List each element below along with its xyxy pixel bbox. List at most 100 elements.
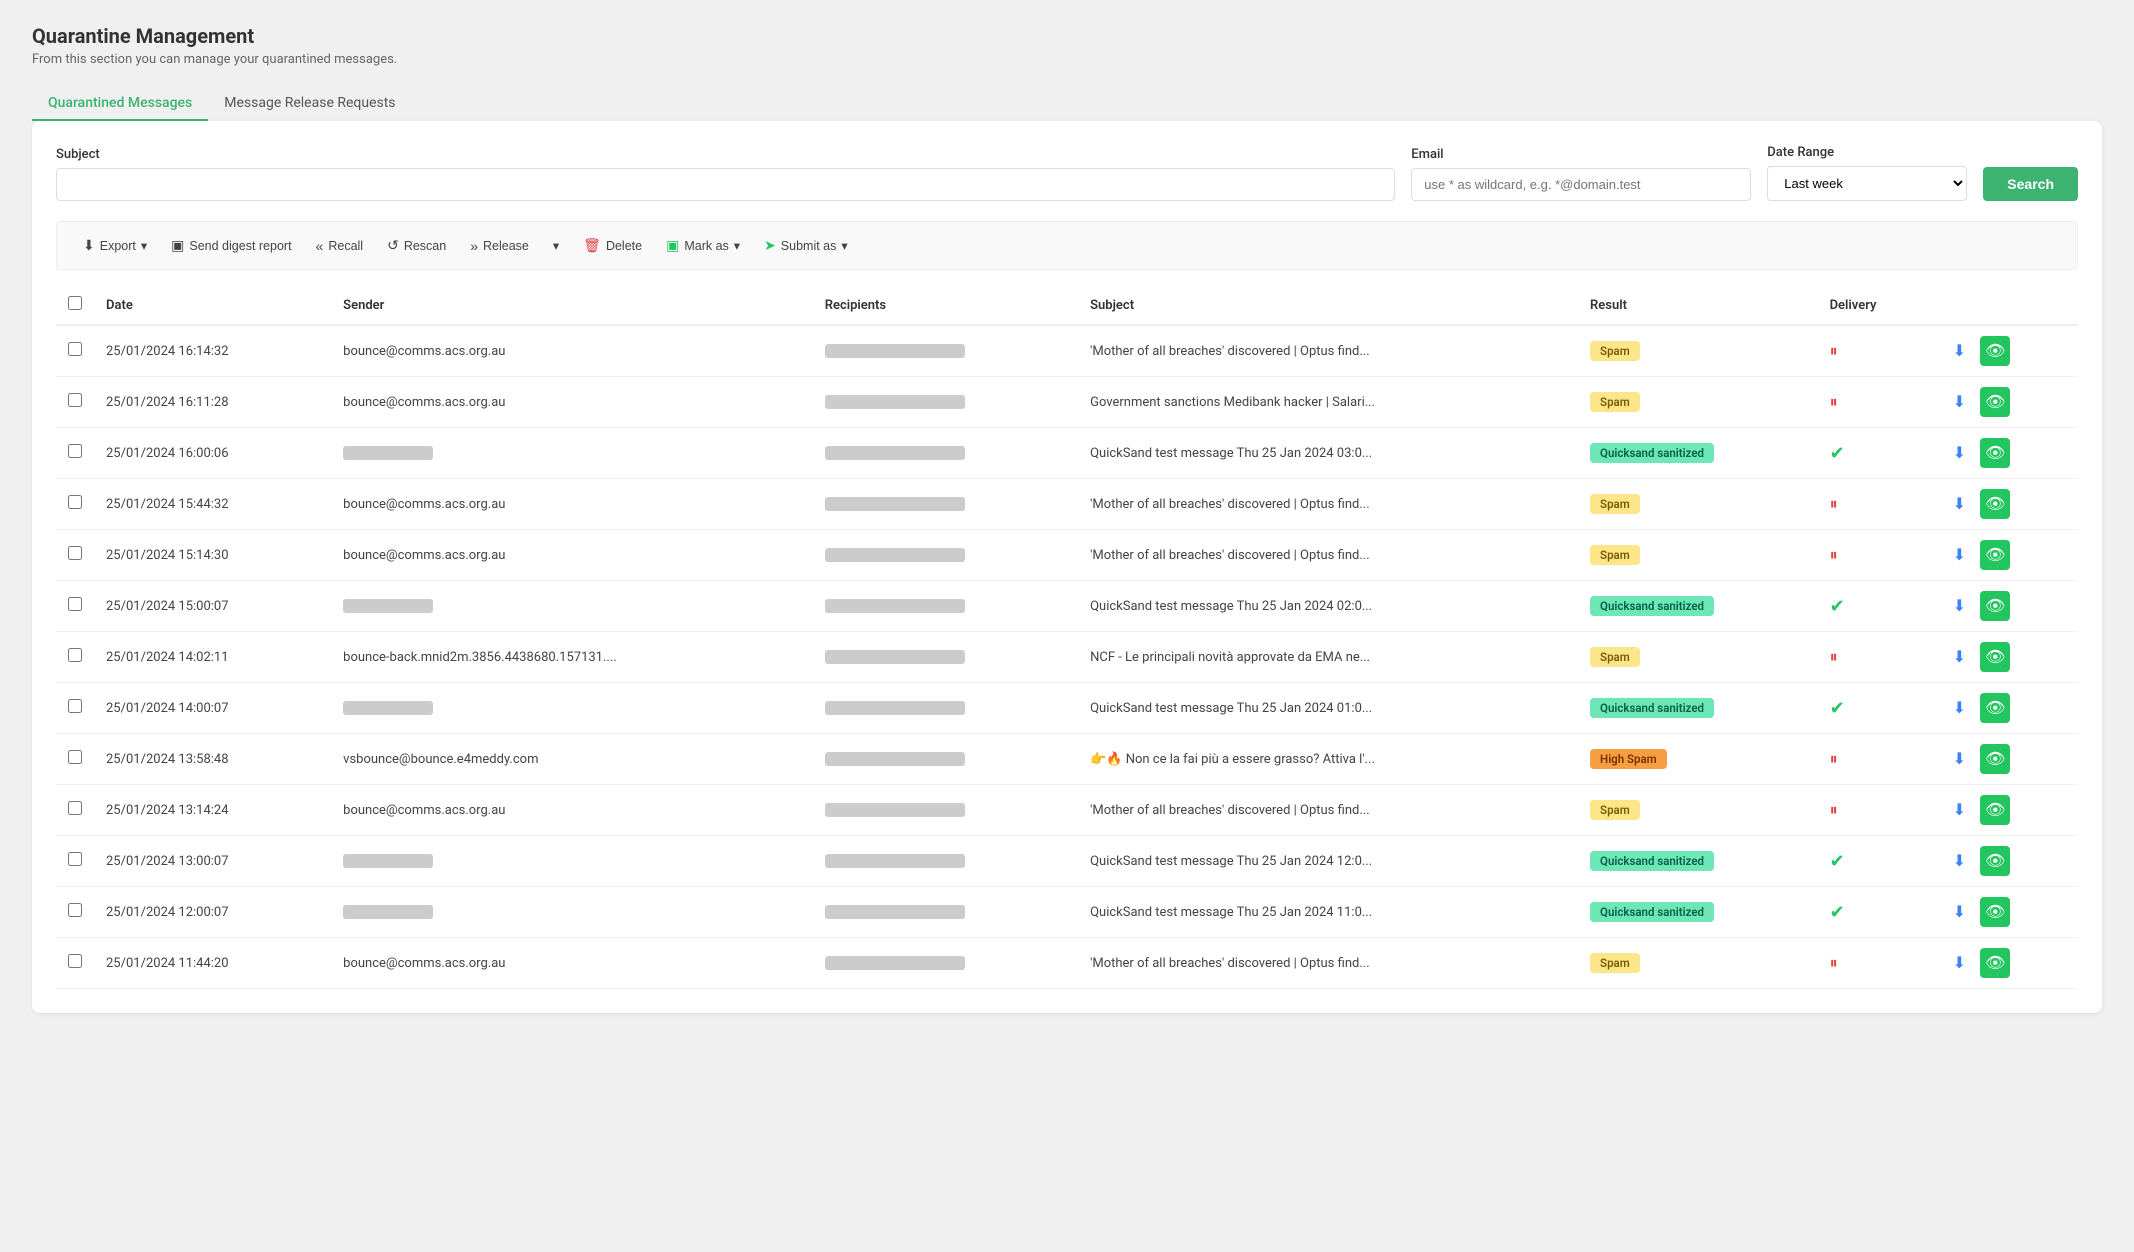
sender-redacted: [343, 446, 433, 460]
cell-delivery: ✔: [1818, 581, 1933, 632]
view-button[interactable]: 👁: [1980, 846, 2010, 876]
email-input[interactable]: [1411, 168, 1751, 201]
recall-button[interactable]: « Recall: [306, 233, 374, 259]
release-button[interactable]: » Release: [460, 233, 539, 259]
cell-result: Spam: [1578, 632, 1818, 683]
recipients-redacted: [825, 650, 965, 664]
download-button[interactable]: ⬇: [1944, 387, 1974, 417]
row-checkbox[interactable]: [68, 801, 82, 815]
cell-sender: vsbounce@bounce.e4meddy.com: [331, 734, 813, 785]
download-button[interactable]: ⬇: [1944, 336, 1974, 366]
release-dropdown-button[interactable]: ▾: [543, 233, 569, 258]
view-button[interactable]: 👁: [1980, 438, 2010, 468]
cell-date: 25/01/2024 16:11:28: [94, 377, 331, 428]
send-digest-button[interactable]: ▣ Send digest report: [161, 232, 301, 259]
row-checkbox[interactable]: [68, 546, 82, 560]
mark-as-button[interactable]: ▣ Mark as ▾: [656, 232, 750, 259]
cell-result: Quicksand sanitized: [1578, 887, 1818, 938]
send-digest-label: Send digest report: [189, 239, 291, 253]
delete-button[interactable]: 🗑 Delete: [573, 232, 652, 259]
cell-date: 25/01/2024 15:44:32: [94, 479, 331, 530]
download-button[interactable]: ⬇: [1944, 540, 1974, 570]
view-button[interactable]: 👁: [1980, 336, 2010, 366]
cell-subject: QuickSand test message Thu 25 Jan 2024 0…: [1078, 683, 1578, 734]
recipients-redacted: [825, 599, 965, 613]
row-checkbox[interactable]: [68, 903, 82, 917]
cell-actions: ⬇ 👁: [1932, 428, 2078, 479]
view-button[interactable]: 👁: [1980, 744, 2010, 774]
cell-date: 25/01/2024 13:14:24: [94, 785, 331, 836]
export-button[interactable]: ⬇ Export ▾: [73, 232, 157, 259]
table-row: 25/01/2024 15:00:07QuickSand test messag…: [56, 581, 2078, 632]
view-button[interactable]: 👁: [1980, 540, 2010, 570]
view-button[interactable]: 👁: [1980, 591, 2010, 621]
view-button[interactable]: 👁: [1980, 489, 2010, 519]
submit-as-button[interactable]: ➤ Submit as ▾: [754, 232, 858, 259]
cell-sender: bounce@comms.acs.org.au: [331, 479, 813, 530]
row-checkbox[interactable]: [68, 597, 82, 611]
cell-sender: [331, 581, 813, 632]
download-button[interactable]: ⬇: [1944, 744, 1974, 774]
th-delivery: Delivery: [1818, 286, 1933, 325]
action-icons: ⬇ 👁: [1944, 489, 2066, 519]
download-button[interactable]: ⬇: [1944, 591, 1974, 621]
row-checkbox[interactable]: [68, 648, 82, 662]
cell-subject: QuickSand test message Thu 25 Jan 2024 1…: [1078, 887, 1578, 938]
view-button[interactable]: 👁: [1980, 693, 2010, 723]
download-button[interactable]: ⬇: [1944, 948, 1974, 978]
delivery-check-icon: ✔: [1830, 698, 1845, 719]
view-button[interactable]: 👁: [1980, 387, 2010, 417]
table-row: 25/01/2024 11:44:20bounce@comms.acs.org.…: [56, 938, 2078, 989]
recipients-redacted: [825, 752, 965, 766]
view-button[interactable]: 👁: [1980, 795, 2010, 825]
action-icons: ⬇ 👁: [1944, 387, 2066, 417]
download-button[interactable]: ⬇: [1944, 897, 1974, 927]
filter-row: Subject Email Date Range Last week Last …: [56, 145, 2078, 201]
recipients-redacted: [825, 701, 965, 715]
row-checkbox[interactable]: [68, 699, 82, 713]
th-subject: Subject: [1078, 286, 1578, 325]
subject-input[interactable]: [56, 168, 1395, 201]
view-button[interactable]: 👁: [1980, 897, 2010, 927]
cell-delivery: ⏸: [1818, 938, 1933, 989]
cell-result: Spam: [1578, 530, 1818, 581]
export-icon: ⬇: [83, 237, 95, 254]
recipients-redacted: [825, 854, 965, 868]
row-checkbox[interactable]: [68, 393, 82, 407]
row-checkbox[interactable]: [68, 495, 82, 509]
result-badge: Spam: [1590, 800, 1640, 820]
download-button[interactable]: ⬇: [1944, 846, 1974, 876]
tab-message-release-requests[interactable]: Message Release Requests: [208, 87, 411, 121]
cell-delivery: ⏸: [1818, 785, 1933, 836]
row-checkbox[interactable]: [68, 342, 82, 356]
row-checkbox[interactable]: [68, 444, 82, 458]
row-checkbox[interactable]: [68, 954, 82, 968]
view-button[interactable]: 👁: [1980, 948, 2010, 978]
select-all-checkbox[interactable]: [68, 296, 82, 310]
delivery-check-icon: ✔: [1830, 443, 1845, 464]
cell-actions: ⬇ 👁: [1932, 683, 2078, 734]
rescan-button[interactable]: ↺ Rescan: [377, 232, 456, 259]
table-row: 25/01/2024 14:02:11bounce-back.mnid2m.38…: [56, 632, 2078, 683]
table-row: 25/01/2024 16:11:28bounce@comms.acs.org.…: [56, 377, 2078, 428]
delivery-stop-icon: ⏸: [1830, 494, 1838, 513]
th-actions: [1932, 286, 2078, 325]
cell-delivery: ⏸: [1818, 377, 1933, 428]
download-button[interactable]: ⬇: [1944, 693, 1974, 723]
cell-subject: QuickSand test message Thu 25 Jan 2024 0…: [1078, 428, 1578, 479]
view-button[interactable]: 👁: [1980, 642, 2010, 672]
rescan-label: Rescan: [404, 239, 446, 253]
cell-sender: [331, 887, 813, 938]
download-button[interactable]: ⬇: [1944, 642, 1974, 672]
cell-delivery: ⏸: [1818, 530, 1933, 581]
markas-chevron: ▾: [734, 238, 740, 253]
download-button[interactable]: ⬇: [1944, 795, 1974, 825]
row-checkbox[interactable]: [68, 750, 82, 764]
cell-result: Quicksand sanitized: [1578, 683, 1818, 734]
row-checkbox[interactable]: [68, 852, 82, 866]
search-button[interactable]: Search: [1983, 167, 2078, 201]
daterange-select[interactable]: Last week Last month Last 3 months Custo…: [1767, 166, 1967, 201]
tab-quarantined-messages[interactable]: Quarantined Messages: [32, 87, 208, 121]
download-button[interactable]: ⬇: [1944, 489, 1974, 519]
download-button[interactable]: ⬇: [1944, 438, 1974, 468]
